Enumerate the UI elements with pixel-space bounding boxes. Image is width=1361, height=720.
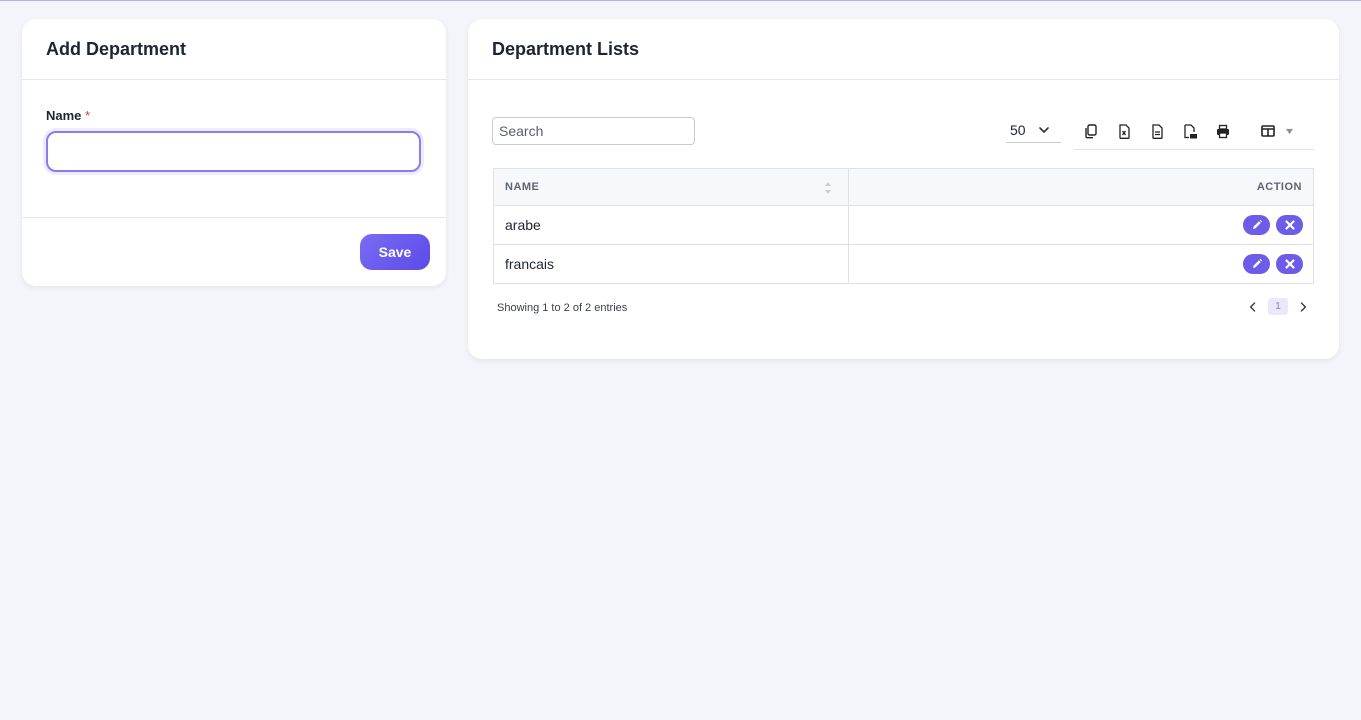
- column-header-action: ACTION: [848, 168, 1314, 206]
- close-icon: [1284, 220, 1295, 230]
- pagination: 1: [1248, 298, 1308, 315]
- department-list-header: Department Lists: [468, 19, 1339, 80]
- column-visibility-button[interactable]: [1245, 113, 1309, 149]
- table-row: arabe: [493, 205, 1314, 245]
- add-department-card: Add Department Name * Save: [22, 19, 446, 286]
- print-button[interactable]: [1206, 117, 1239, 145]
- print-icon: [1216, 124, 1229, 138]
- department-name-input[interactable]: [46, 131, 421, 172]
- save-button[interactable]: Save: [360, 234, 430, 270]
- export-toolbar: [1074, 113, 1314, 150]
- caret-down-icon: [1285, 128, 1293, 134]
- pencil-icon: [1252, 219, 1262, 229]
- next-page-button[interactable]: [1298, 301, 1308, 313]
- department-name-cell: arabe: [493, 205, 849, 245]
- department-list-title: Department Lists: [492, 38, 640, 59]
- sort-icon: [825, 182, 831, 194]
- add-department-title: Add Department: [46, 38, 187, 59]
- pencil-icon: [1252, 258, 1262, 268]
- previous-page-button[interactable]: [1248, 301, 1258, 313]
- table-header-row: NAME ACTION: [493, 168, 1314, 206]
- name-field-label: Name *: [46, 108, 90, 123]
- edit-button[interactable]: [1243, 215, 1271, 235]
- table-row: francais: [493, 244, 1314, 284]
- csv-button[interactable]: [1140, 117, 1173, 145]
- name-label-text: Name: [46, 108, 82, 123]
- table-info: Showing 1 to 2 of 2 entries: [497, 302, 628, 314]
- delete-button[interactable]: [1276, 254, 1303, 274]
- column-header-action-text: ACTION: [1256, 181, 1302, 193]
- excel-button[interactable]: [1107, 117, 1140, 145]
- required-mark: *: [85, 108, 91, 123]
- csv-icon: [1151, 123, 1163, 139]
- chevron-down-icon: [1038, 126, 1049, 133]
- page-length-value: 50: [1010, 121, 1026, 138]
- chevron-left-icon: [1249, 301, 1256, 312]
- department-table: NAME ACTION arabe francais: [493, 168, 1314, 284]
- action-cell: [848, 205, 1314, 245]
- columns-icon: [1260, 125, 1275, 137]
- add-department-header: Add Department: [22, 19, 446, 80]
- column-header-name-text: NAME: [505, 181, 540, 193]
- card-footer-divider: [22, 217, 446, 218]
- action-cell: [848, 244, 1314, 284]
- current-page-button[interactable]: 1: [1268, 298, 1288, 315]
- chevron-right-icon: [1300, 301, 1307, 312]
- delete-button[interactable]: [1276, 215, 1303, 235]
- pdf-icon: [1183, 123, 1197, 138]
- page-length-select[interactable]: 50: [1006, 117, 1061, 143]
- edit-button[interactable]: [1243, 254, 1271, 274]
- search-input[interactable]: [492, 117, 695, 145]
- pdf-button[interactable]: [1173, 117, 1206, 145]
- excel-icon: [1118, 123, 1130, 139]
- column-header-name[interactable]: NAME: [493, 168, 849, 206]
- close-icon: [1284, 259, 1295, 269]
- department-list-card: Department Lists 50 NAME: [468, 19, 1339, 359]
- copy-button[interactable]: [1074, 117, 1107, 145]
- department-name-cell: francais: [493, 244, 849, 284]
- copy-icon: [1084, 123, 1097, 138]
